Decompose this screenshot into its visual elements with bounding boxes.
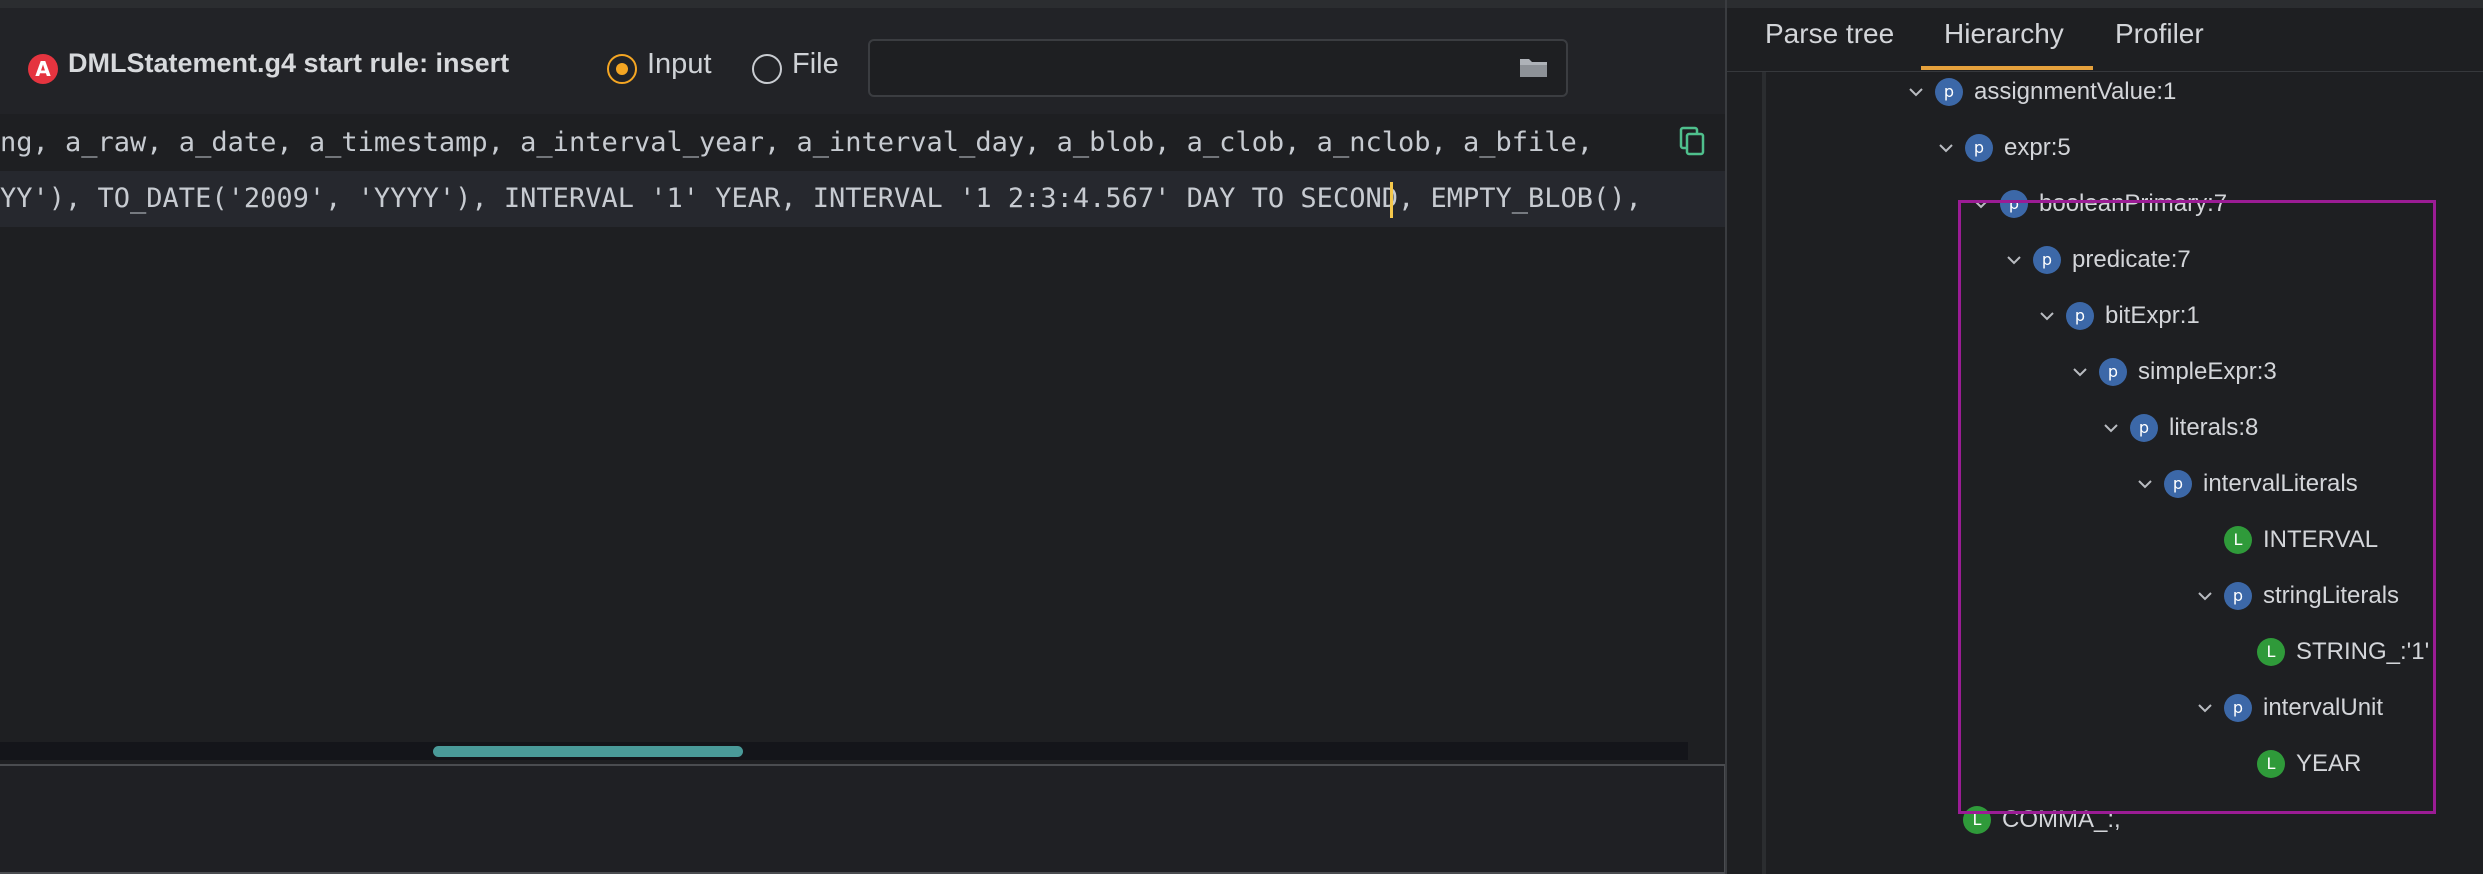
tree-node-label: bitExpr:1 [2105,302,2200,329]
parser-node-icon: p [2164,470,2192,498]
tree-node-label: simpleExpr:3 [2138,358,2277,385]
tree-node-label: predicate:7 [2072,246,2191,273]
tab-hierarchy[interactable]: Hierarchy [1944,18,2064,50]
parser-node-icon: p [2224,582,2252,610]
chevron-down-icon[interactable] [2069,361,2091,383]
input-radio-label[interactable]: Input [647,48,712,81]
tree-node-label: INTERVAL [2263,526,2379,553]
parser-node-icon: p [2033,246,2061,274]
chevron-down-icon[interactable] [2134,473,2156,495]
tree-node[interactable]: L STRING_:'1' [2257,634,2429,670]
chevron-down-icon[interactable] [2194,697,2216,719]
copy-icon[interactable] [1673,122,1713,164]
chevron-down-icon[interactable] [2100,417,2122,439]
tree-node[interactable]: p literals:8 [2100,410,2258,446]
parser-node-icon: p [1965,134,1993,162]
parser-node-icon: p [2066,302,2094,330]
parser-node-icon: p [2224,694,2252,722]
file-radio[interactable] [752,54,782,84]
chevron-down-icon[interactable] [2036,305,2058,327]
tree-node[interactable]: p intervalLiterals [2134,466,2358,502]
tab-parse-tree[interactable]: Parse tree [1765,18,1894,50]
tree-node[interactable]: p intervalUnit [2194,690,2383,726]
tree-node-label: YEAR [2296,750,2362,777]
tree-node-label: expr:5 [2004,134,2071,161]
view-tabs: Parse tree Hierarchy Profiler [1727,8,2483,72]
parser-node-icon: p [2130,414,2158,442]
tree-node[interactable]: p booleanPrimary:7 [1970,186,2227,222]
tree-node-label: COMMA_:, [2002,806,2121,833]
tree-node[interactable]: p simpleExpr:3 [2069,354,2277,390]
parser-node-icon: p [1935,78,1963,106]
folder-icon[interactable] [1519,56,1549,78]
tree-node[interactable]: p stringLiterals [2194,578,2399,614]
input-pane: A DMLStatement.g4 start rule: insert Inp… [0,0,1725,874]
tree-node[interactable]: L COMMA_:, [1963,802,2121,838]
lexer-node-icon: L [2257,638,2285,666]
tree-node[interactable]: L INTERVAL [2224,522,2378,558]
parser-node-icon: p [2099,358,2127,386]
active-tab-indicator [1921,66,2093,70]
tab-profiler[interactable]: Profiler [2115,18,2204,50]
text-caret [1390,182,1393,218]
code-editor[interactable]: ng, a_raw, a_date, a_timestamp, a_interv… [0,114,1725,760]
toolbar: A DMLStatement.g4 start rule: insert Inp… [0,8,1725,114]
bottom-panel [0,764,1725,874]
chevron-down-icon[interactable] [2003,249,2025,271]
top-border [1727,0,2483,8]
tree-pane: Parse tree Hierarchy Profiler p assignmen… [1727,0,2483,874]
hierarchy-tree: p assignmentValue:1 p expr:5 p booleanPrimary… [1727,72,2483,874]
tree-node[interactable]: p expr:5 [1935,130,2071,166]
tree-node-label: intervalLiterals [2203,470,2358,497]
top-border [0,0,1725,8]
tree-node-label: stringLiterals [2263,582,2400,609]
code-line-current[interactable]: YY'), TO_DATE('2009', 'YYYY'), INTERVAL … [0,171,1725,227]
grammar-title: DMLStatement.g4 start rule: insert [68,48,510,78]
tree-node-label: literals:8 [2169,414,2259,441]
tree-node[interactable]: L YEAR [2257,746,2361,782]
chevron-down-icon[interactable] [1905,81,1927,103]
chevron-down-icon[interactable] [1935,137,1957,159]
code-line[interactable]: ng, a_raw, a_date, a_timestamp, a_interv… [0,115,1725,171]
tree-node-label: intervalUnit [2263,694,2384,721]
tree-node[interactable]: p predicate:7 [2003,242,2191,278]
tree-node-label: booleanPrimary:7 [2039,190,2228,217]
file-radio-label[interactable]: File [792,48,839,81]
chevron-down-icon[interactable] [1970,193,1992,215]
tree-node[interactable]: p assignmentValue:1 [1905,74,2176,110]
grammar-error-icon: A [28,54,58,84]
horizontal-scrollbar-thumb[interactable] [433,746,743,757]
lexer-node-icon: L [2257,750,2285,778]
lexer-node-icon: L [1963,806,1991,834]
lexer-node-icon: L [2224,526,2252,554]
tree-node-label: STRING_:'1' [2296,638,2430,665]
file-path-field[interactable] [868,39,1568,97]
input-radio[interactable] [607,54,637,84]
tree-node[interactable]: p bitExpr:1 [2036,298,2200,334]
horizontal-scrollbar[interactable] [0,742,1688,760]
parser-node-icon: p [2000,190,2028,218]
chevron-down-icon[interactable] [2194,585,2216,607]
tree-node-label: assignmentValue:1 [1974,78,2177,105]
